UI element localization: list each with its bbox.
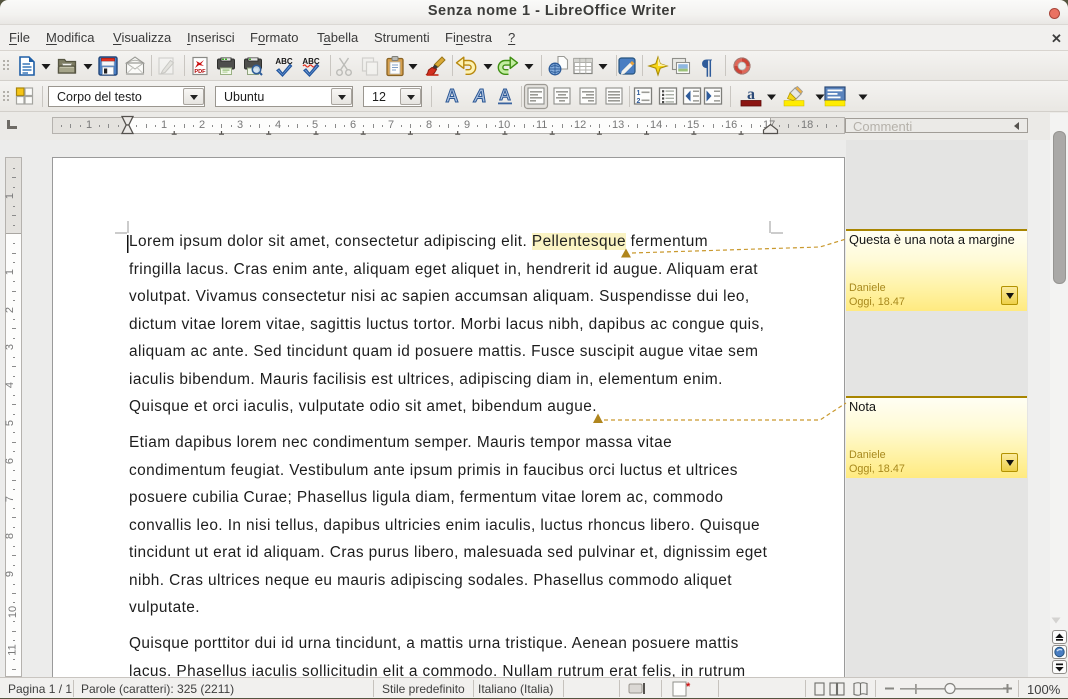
svg-text:¶: ¶	[701, 54, 713, 79]
svg-text:1: 1	[637, 90, 641, 97]
svg-text:A: A	[446, 86, 459, 106]
svg-text:2: 2	[637, 98, 641, 105]
svg-text:*: *	[686, 681, 691, 693]
svg-text:A: A	[473, 86, 487, 106]
svg-text:PDF: PDF	[194, 69, 206, 75]
svg-text:A: A	[499, 87, 511, 104]
